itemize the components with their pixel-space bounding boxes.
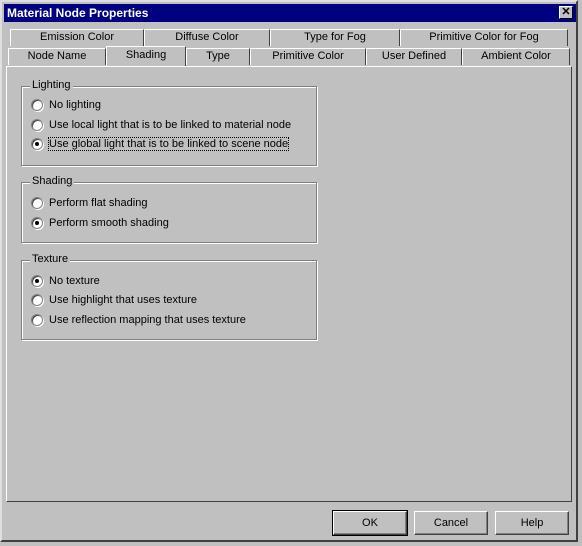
radio-local-light[interactable]: Use local light that is to be linked to … (31, 117, 291, 133)
tab-diffuse-color[interactable]: Diffuse Color (144, 29, 270, 46)
radio-label: Use highlight that uses texture (49, 294, 197, 306)
title-bar: Material Node Properties ✕ (4, 4, 576, 22)
radio-label: No lighting (49, 99, 101, 111)
tab-type-for-fog[interactable]: Type for Fog (270, 29, 400, 46)
help-button[interactable]: Help (495, 511, 569, 535)
close-button[interactable]: ✕ (559, 6, 573, 19)
radio-label: Use reflection mapping that uses texture (49, 314, 246, 326)
lighting-group: Lighting No lighting Use local light tha… (21, 79, 317, 166)
radio-highlight-texture[interactable]: Use highlight that uses texture (31, 292, 197, 308)
tab-primitive-color-for-fog[interactable]: Primitive Color for Fog (400, 29, 568, 46)
ok-button[interactable]: OK (332, 510, 408, 536)
texture-group-title: Texture (30, 253, 71, 265)
radio-button-selected[interactable] (31, 217, 43, 229)
tab-page-shading: Lighting No lighting Use local light tha… (6, 66, 572, 502)
tab-primitive-color[interactable]: Primitive Color (250, 48, 366, 65)
radio-label: Use local light that is to be linked to … (49, 119, 292, 131)
cancel-button[interactable]: Cancel (414, 511, 488, 535)
tab-user-defined[interactable]: User Defined (366, 48, 462, 65)
radio-no-lighting[interactable]: No lighting (31, 97, 101, 113)
radio-no-texture[interactable]: No texture (31, 273, 100, 289)
close-icon: ✕ (561, 6, 571, 18)
radio-button[interactable] (31, 314, 43, 326)
radio-label: Perform smooth shading (49, 217, 169, 229)
radio-button-selected[interactable] (31, 138, 43, 150)
radio-flat-shading[interactable]: Perform flat shading (31, 195, 147, 211)
radio-smooth-shading[interactable]: Perform smooth shading (31, 215, 169, 231)
window-title: Material Node Properties (7, 6, 149, 20)
radio-label: Perform flat shading (49, 197, 148, 209)
radio-global-light[interactable]: Use global light that is to be linked to… (31, 136, 290, 152)
radio-button-selected[interactable] (31, 275, 43, 287)
radio-label: Use global light that is to be linked to… (47, 137, 290, 151)
texture-group: Texture No texture Use highlight that us… (21, 253, 317, 340)
tab-emission-color[interactable]: Emission Color (10, 29, 144, 46)
tab-node-name[interactable]: Node Name (8, 48, 106, 65)
tab-shading-label: Shading (125, 49, 167, 61)
radio-label: No texture (49, 275, 100, 287)
radio-reflection-mapping[interactable]: Use reflection mapping that uses texture (31, 312, 246, 328)
tab-type[interactable]: Type (186, 48, 250, 65)
shading-group-title: Shading (30, 175, 75, 187)
radio-button[interactable] (31, 119, 43, 131)
radio-button[interactable] (31, 99, 43, 111)
tab-ambient-color[interactable]: Ambient Color (462, 48, 570, 65)
shading-group: Shading Perform flat shading Perform smo… (21, 175, 317, 243)
lighting-group-title: Lighting (30, 79, 73, 91)
tab-shading[interactable]: Shading (106, 46, 186, 66)
radio-button[interactable] (31, 294, 43, 306)
radio-button[interactable] (31, 197, 43, 209)
